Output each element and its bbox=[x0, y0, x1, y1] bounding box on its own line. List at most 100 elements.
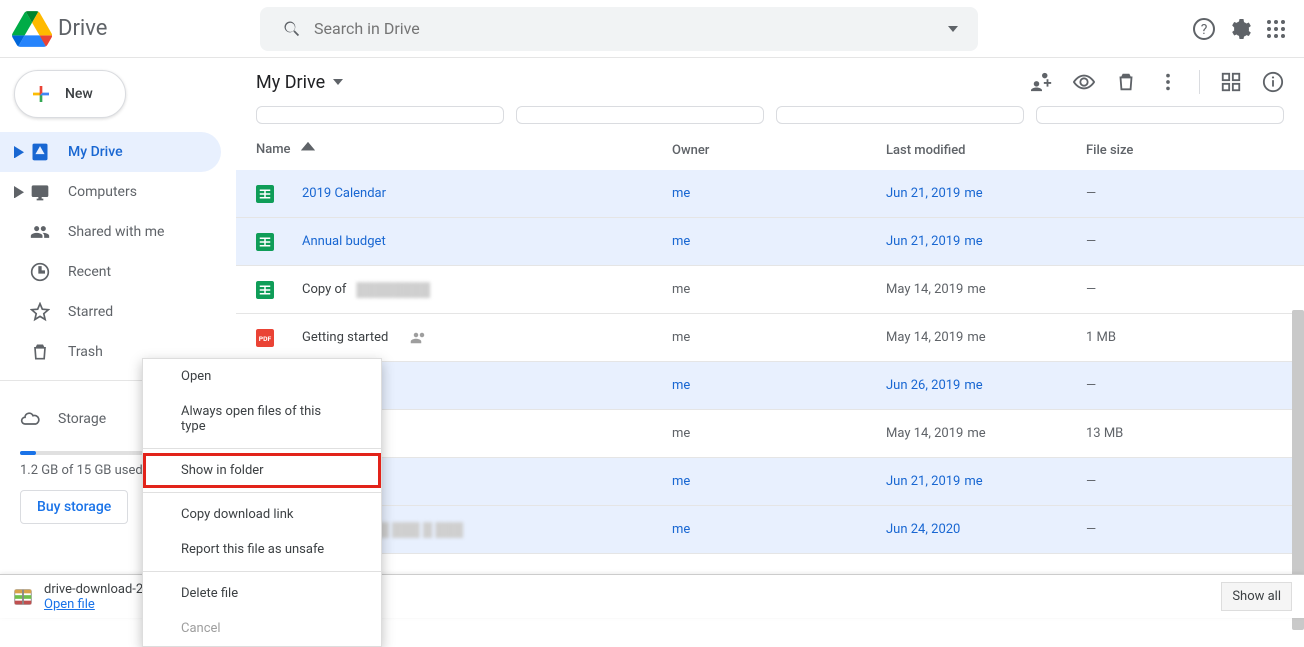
file-row[interactable]: 2019 CalendarmeJun 21, 2019me— bbox=[236, 170, 1304, 218]
gear-icon[interactable] bbox=[1228, 17, 1252, 41]
app-name: Drive bbox=[58, 16, 107, 41]
file-row[interactable]: PDFGetting startedmeMay 14, 2019me1 MB bbox=[236, 314, 1304, 362]
ctx-report[interactable]: Report this file as unsafe bbox=[143, 532, 381, 567]
trash-icon bbox=[30, 342, 50, 362]
ctx-show-in-folder[interactable]: Show in folder bbox=[143, 453, 381, 488]
column-header-size[interactable]: File size bbox=[1086, 143, 1284, 158]
file-size: 13 MB bbox=[1086, 426, 1123, 441]
file-row[interactable]: meJun 21, 2019me— bbox=[236, 458, 1304, 506]
help-icon[interactable]: ? bbox=[1192, 17, 1216, 41]
file-list: 2019 CalendarmeJun 21, 2019me—Annual bud… bbox=[236, 170, 1304, 554]
preview-icon[interactable] bbox=[1073, 71, 1095, 93]
file-modified: Jun 24, 2020 bbox=[886, 522, 960, 537]
file-modified: Jun 21, 2019 bbox=[886, 234, 960, 249]
file-size: — bbox=[1086, 474, 1096, 489]
sidebar-item-computers[interactable]: Computers bbox=[0, 172, 221, 212]
sort-arrow-icon bbox=[301, 142, 315, 159]
sidebar-item-label: Computers bbox=[68, 184, 137, 200]
delete-icon[interactable] bbox=[1115, 71, 1137, 93]
file-size: — bbox=[1086, 186, 1096, 201]
svg-text:PDF: PDF bbox=[259, 335, 272, 343]
sidebar-item-label: My Drive bbox=[68, 144, 123, 160]
column-header-modified[interactable]: Last modified bbox=[886, 143, 1086, 158]
chevron-right-icon bbox=[14, 186, 24, 199]
file-modified: Jun 21, 2019 bbox=[886, 474, 960, 489]
computers-icon bbox=[30, 182, 50, 202]
file-modified: Jun 21, 2019 bbox=[886, 186, 960, 201]
file-owner: me bbox=[672, 330, 690, 345]
my-drive-icon bbox=[30, 142, 50, 162]
drive-logo-icon bbox=[12, 9, 52, 49]
file-owner: me bbox=[672, 474, 690, 489]
show-all-button[interactable]: Show all bbox=[1221, 582, 1292, 611]
ctx-open[interactable]: Open bbox=[143, 359, 381, 394]
breadcrumb[interactable]: My Drive bbox=[256, 72, 343, 93]
breadcrumb-label: My Drive bbox=[256, 72, 325, 93]
context-menu: Open Always open files of this type Show… bbox=[142, 358, 382, 647]
app-header: Drive ? bbox=[0, 0, 1304, 58]
apps-grid-icon[interactable] bbox=[1264, 17, 1288, 41]
grid-view-icon[interactable] bbox=[1220, 71, 1242, 93]
file-size: — bbox=[1086, 282, 1096, 297]
file-owner: me bbox=[672, 282, 690, 297]
ctx-always-open[interactable]: Always open files of this type bbox=[143, 394, 381, 444]
ctx-delete[interactable]: Delete file bbox=[143, 576, 381, 611]
column-header-name[interactable]: Name bbox=[256, 142, 672, 159]
caret-down-icon bbox=[333, 79, 343, 85]
file-row[interactable]: ██████ ██ ███ █ ███meJun 24, 2020— bbox=[236, 506, 1304, 554]
star-icon bbox=[30, 302, 50, 322]
sidebar-item-shared[interactable]: Shared with me bbox=[0, 212, 221, 252]
search-input[interactable] bbox=[314, 19, 968, 38]
sidebar-item-label: Starred bbox=[68, 304, 113, 320]
download-name: drive-download-2… bbox=[44, 582, 152, 597]
file-owner: me bbox=[672, 426, 690, 441]
download-open-link[interactable]: Open file bbox=[44, 597, 152, 612]
file-owner: me bbox=[672, 378, 690, 393]
quick-card[interactable] bbox=[776, 106, 1024, 124]
sidebar-item-label: Shared with me bbox=[68, 224, 164, 240]
more-vert-icon[interactable] bbox=[1157, 71, 1179, 93]
quick-card[interactable] bbox=[256, 106, 504, 124]
quick-access-row bbox=[236, 106, 1304, 130]
quick-card[interactable] bbox=[516, 106, 764, 124]
svg-text:?: ? bbox=[1201, 22, 1208, 38]
content-header: My Drive bbox=[236, 58, 1304, 106]
ctx-copy-link[interactable]: Copy download link bbox=[143, 497, 381, 532]
list-header: Name Owner Last modified File size bbox=[236, 130, 1304, 170]
sidebar-item-recent[interactable]: Recent bbox=[0, 252, 221, 292]
sidebar-item-label: Trash bbox=[68, 344, 103, 360]
file-name: Copy of bbox=[302, 282, 346, 297]
file-name: Getting started bbox=[302, 330, 388, 345]
chevron-right-icon bbox=[14, 146, 24, 159]
file-size: — bbox=[1086, 234, 1096, 249]
buy-storage-button[interactable]: Buy storage bbox=[20, 490, 128, 524]
file-row[interactable]: Copy of ████████meMay 14, 2019me— bbox=[236, 266, 1304, 314]
new-button[interactable]: New bbox=[14, 70, 126, 118]
cloud-icon bbox=[20, 409, 40, 429]
search-bar[interactable] bbox=[260, 7, 978, 51]
file-owner: me bbox=[672, 522, 690, 537]
sidebar-item-starred[interactable]: Starred bbox=[0, 292, 221, 332]
file-name: 2019 Calendar bbox=[302, 186, 386, 201]
logo-area[interactable]: Drive bbox=[12, 9, 252, 49]
file-modified: May 14, 2019 bbox=[886, 330, 963, 345]
column-header-owner[interactable]: Owner bbox=[672, 143, 886, 158]
file-row[interactable]: …getmeJun 26, 2019me— bbox=[236, 362, 1304, 410]
storage-label: Storage bbox=[58, 411, 106, 427]
quick-card[interactable] bbox=[1036, 106, 1284, 124]
share-icon[interactable] bbox=[1031, 71, 1053, 93]
recent-icon bbox=[30, 262, 50, 282]
content-area: My Drive Name Owner bbox=[236, 58, 1304, 618]
file-modified: May 14, 2019 bbox=[886, 282, 963, 297]
file-row[interactable]: Annual budgetmeJun 21, 2019me— bbox=[236, 218, 1304, 266]
archive-icon bbox=[12, 586, 34, 608]
info-icon[interactable] bbox=[1262, 71, 1284, 93]
ctx-cancel: Cancel bbox=[143, 611, 381, 646]
sidebar-item-my-drive[interactable]: My Drive bbox=[0, 132, 221, 172]
header-right: ? bbox=[1192, 17, 1292, 41]
file-row[interactable]: PDF…fmeMay 14, 2019me13 MB bbox=[236, 410, 1304, 458]
caret-down-icon[interactable] bbox=[948, 26, 958, 32]
file-modified: Jun 26, 2019 bbox=[886, 378, 960, 393]
file-size: — bbox=[1086, 378, 1096, 393]
file-name: Annual budget bbox=[302, 234, 386, 249]
